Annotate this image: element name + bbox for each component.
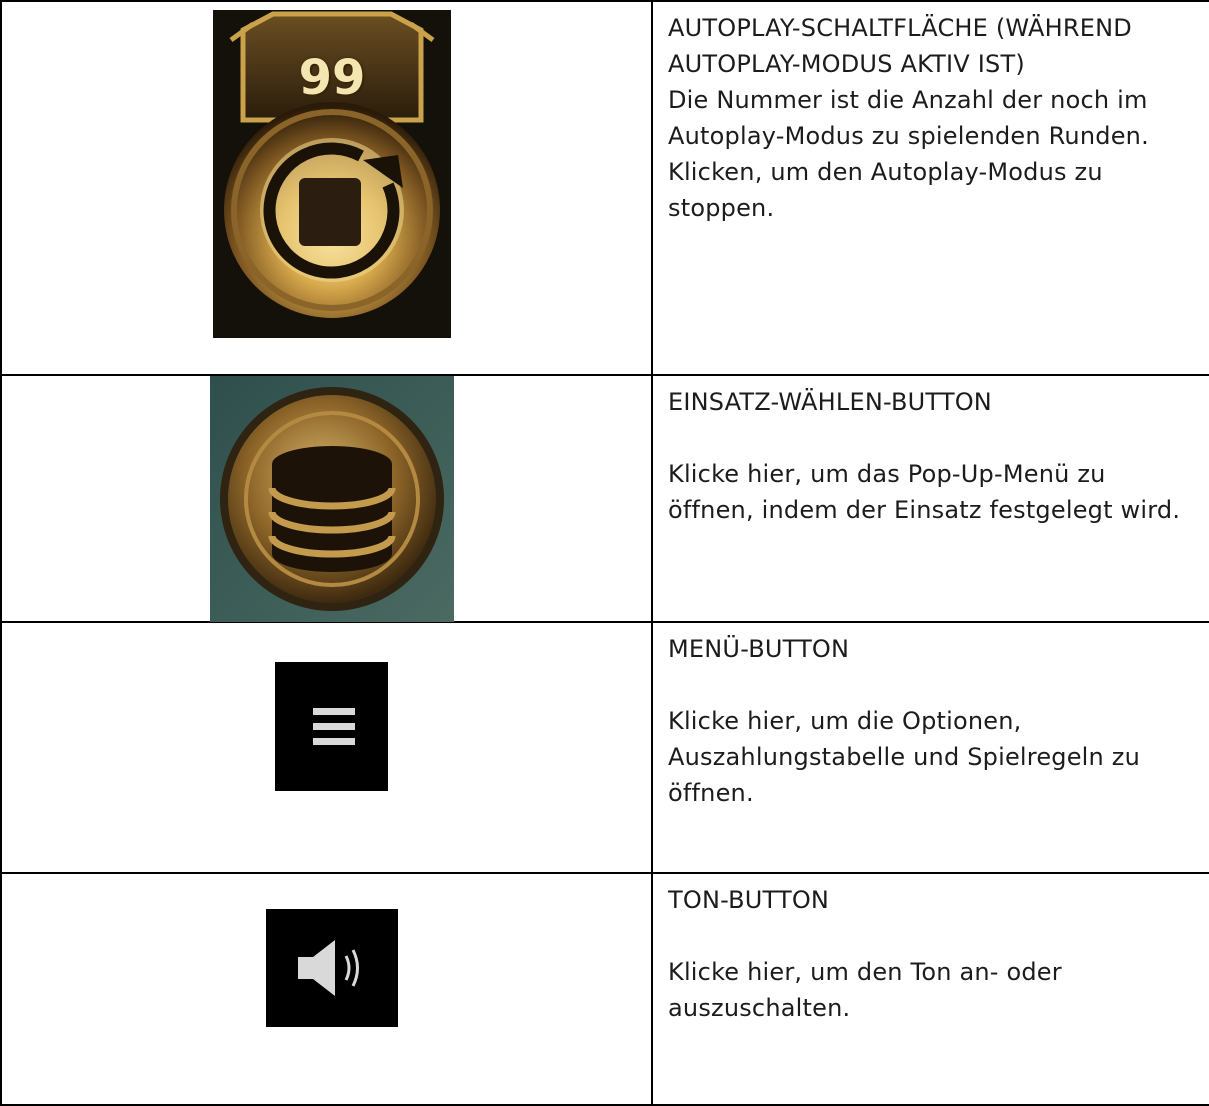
- coin-stack-icon[interactable]: [210, 376, 454, 622]
- autoplay-stop-icon[interactable]: 99: [213, 10, 451, 338]
- description-cell: TON-BUTTON Klicke hier, um den Ton an- o…: [651, 872, 1209, 1106]
- row-title: TON-BUTTON: [668, 886, 830, 914]
- row-description: Klicke hier, um das Pop-Up-Menü zu öffne…: [668, 460, 1181, 524]
- menu-icon[interactable]: [275, 662, 388, 791]
- row-title: MENÜ-BUTTON: [668, 635, 850, 663]
- icon-cell: [0, 374, 653, 623]
- icon-cell: [0, 621, 653, 874]
- row-description: Klicke hier, um den Ton an- oder auszusc…: [668, 958, 1062, 1022]
- row-description: Klicke hier, um die Optionen, Auszahlung…: [668, 707, 1141, 807]
- row-description: Die Nummer ist die Anzahl der noch im Au…: [668, 86, 1149, 222]
- speaker-icon[interactable]: [266, 909, 398, 1027]
- round-counter: 99: [298, 50, 366, 106]
- row-title: EINSATZ-WÄHLEN-BUTTON: [668, 388, 992, 416]
- help-table: 99 AUTOPLAY-SCHALTFLÄCHE (WÄHREND AUTOPL…: [0, 0, 1209, 1106]
- icon-cell: [0, 872, 653, 1106]
- description-cell: MENÜ-BUTTON Klicke hier, um die Optionen…: [651, 621, 1209, 874]
- icon-cell: 99: [0, 0, 653, 376]
- row-title: AUTOPLAY-SCHALTFLÄCHE (WÄHREND AUTOPLAY-…: [668, 14, 1132, 78]
- table-row: EINSATZ-WÄHLEN-BUTTON Klicke hier, um da…: [0, 374, 1209, 623]
- table-row: MENÜ-BUTTON Klicke hier, um die Optionen…: [0, 621, 1209, 874]
- table-row: 99 AUTOPLAY-SCHALTFLÄCHE (WÄHREND AUTOPL…: [0, 0, 1209, 376]
- description-cell: EINSATZ-WÄHLEN-BUTTON Klicke hier, um da…: [651, 374, 1209, 623]
- table-row: TON-BUTTON Klicke hier, um den Ton an- o…: [0, 872, 1209, 1106]
- description-cell: AUTOPLAY-SCHALTFLÄCHE (WÄHREND AUTOPLAY-…: [651, 0, 1209, 376]
